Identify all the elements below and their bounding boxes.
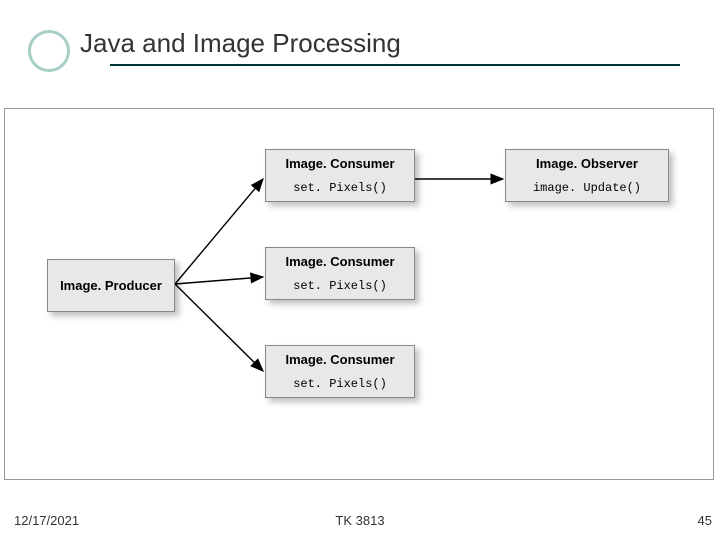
node-method: image. Update() <box>514 181 660 195</box>
node-title: Image. Producer <box>54 278 168 293</box>
node-method: set. Pixels() <box>274 181 406 195</box>
node-title: Image. Consumer <box>274 352 406 367</box>
arrow-producer-to-consumer3 <box>175 284 263 371</box>
title-area: Java and Image Processing <box>80 28 680 77</box>
arrow-producer-to-consumer1 <box>175 179 263 284</box>
slide-accent-circle <box>28 30 70 72</box>
slide-title: Java and Image Processing <box>80 28 680 59</box>
node-image-consumer-2: Image. Consumer set. Pixels() <box>265 247 415 300</box>
footer-course-code: TK 3813 <box>0 513 720 528</box>
node-method: set. Pixels() <box>274 377 406 391</box>
node-method: set. Pixels() <box>274 279 406 293</box>
title-underline <box>110 64 680 66</box>
node-title: Image. Consumer <box>274 156 406 171</box>
node-image-producer: Image. Producer <box>47 259 175 312</box>
arrow-producer-to-consumer2 <box>175 277 263 284</box>
node-image-consumer-3: Image. Consumer set. Pixels() <box>265 345 415 398</box>
node-title: Image. Observer <box>514 156 660 171</box>
node-image-consumer-1: Image. Consumer set. Pixels() <box>265 149 415 202</box>
node-image-observer: Image. Observer image. Update() <box>505 149 669 202</box>
node-title: Image. Consumer <box>274 254 406 269</box>
diagram-canvas: Image. Producer Image. Consumer set. Pix… <box>4 108 714 480</box>
footer-page-number: 45 <box>698 513 712 528</box>
